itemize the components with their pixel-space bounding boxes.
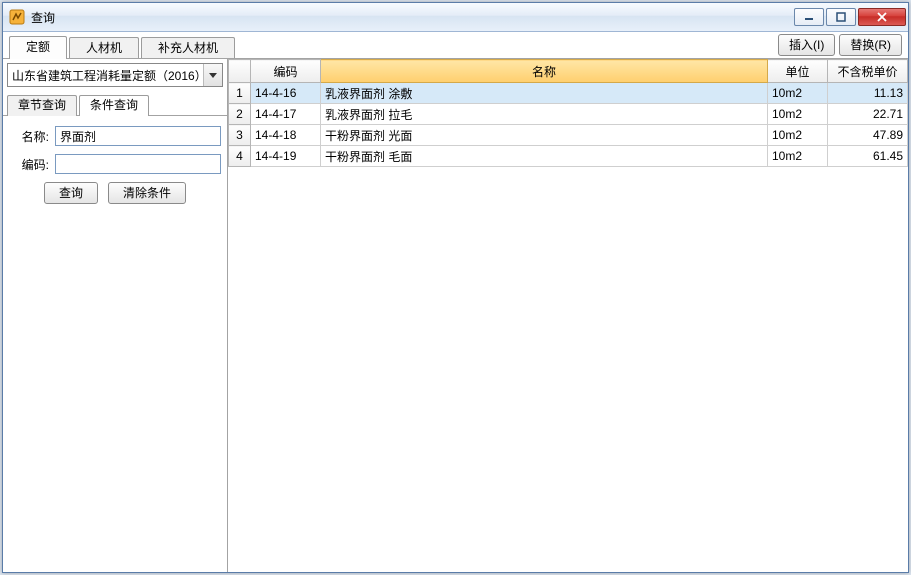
col-rownum[interactable] <box>229 60 251 83</box>
maximize-button[interactable] <box>826 8 856 26</box>
cell-rownum[interactable]: 4 <box>229 146 251 167</box>
cell-rownum[interactable]: 3 <box>229 125 251 146</box>
main-tab-1[interactable]: 人材机 <box>69 37 139 58</box>
app-icon <box>9 9 25 25</box>
toolbar-right-buttons: 插入(I) 替换(R) <box>778 34 902 58</box>
sub-tab-1[interactable]: 条件查询 <box>79 95 149 116</box>
insert-button[interactable]: 插入(I) <box>778 34 835 56</box>
clear-button[interactable]: 清除条件 <box>108 182 186 204</box>
cell-unit[interactable]: 10m2 <box>768 104 828 125</box>
main-toolbar: 定额人材机补充人材机 插入(I) 替换(R) <box>3 32 908 59</box>
col-name[interactable]: 名称 <box>321 60 768 83</box>
cell-name[interactable]: 乳液界面剂 涂敷 <box>321 83 768 104</box>
col-code[interactable]: 编码 <box>251 60 321 83</box>
results-grid-area: 编码 名称 单位 不含税单价 114-4-16乳液界面剂 涂敷10m211.13… <box>228 59 908 572</box>
name-label: 名称: <box>9 128 49 145</box>
close-button[interactable] <box>858 8 906 26</box>
cell-price[interactable]: 61.45 <box>828 146 908 167</box>
main-tabs: 定额人材机补充人材机 <box>9 35 237 58</box>
table-row[interactable]: 114-4-16乳液界面剂 涂敷10m211.13 <box>229 83 908 104</box>
code-input[interactable] <box>55 154 221 174</box>
query-button[interactable]: 查询 <box>44 182 98 204</box>
table-row[interactable]: 414-4-19干粉界面剂 毛面10m261.45 <box>229 146 908 167</box>
grid-header-row: 编码 名称 单位 不含税单价 <box>229 60 908 83</box>
code-label: 编码: <box>9 156 49 173</box>
form-row-code: 编码: <box>9 154 221 174</box>
table-row[interactable]: 214-4-17乳液界面剂 拉毛10m222.71 <box>229 104 908 125</box>
app-window: 查询 定额人材机补充人材机 插入(I) 替换(R) 山东省建筑工程消耗量定额（2… <box>2 2 909 573</box>
cell-name[interactable]: 干粉界面剂 光面 <box>321 125 768 146</box>
results-grid[interactable]: 编码 名称 单位 不含税单价 114-4-16乳液界面剂 涂敷10m211.13… <box>228 59 908 167</box>
table-row[interactable]: 314-4-18干粉界面剂 光面10m247.89 <box>229 125 908 146</box>
cell-rownum[interactable]: 1 <box>229 83 251 104</box>
quota-dropdown[interactable]: 山东省建筑工程消耗量定额（2016） <box>7 63 223 87</box>
col-unit[interactable]: 单位 <box>768 60 828 83</box>
cell-unit[interactable]: 10m2 <box>768 125 828 146</box>
minimize-button[interactable] <box>794 8 824 26</box>
form-row-name: 名称: <box>9 126 221 146</box>
quota-dropdown-label: 山东省建筑工程消耗量定额（2016） <box>12 67 203 84</box>
cell-name[interactable]: 干粉界面剂 毛面 <box>321 146 768 167</box>
cell-unit[interactable]: 10m2 <box>768 83 828 104</box>
sub-tab-0[interactable]: 章节查询 <box>7 95 77 116</box>
window-buttons <box>792 8 906 26</box>
cell-name[interactable]: 乳液界面剂 拉毛 <box>321 104 768 125</box>
name-input[interactable] <box>55 126 221 146</box>
sub-tabs: 章节查询条件查询 <box>3 91 227 116</box>
cell-code[interactable]: 14-4-18 <box>251 125 321 146</box>
titlebar: 查询 <box>3 3 908 32</box>
cell-price[interactable]: 11.13 <box>828 83 908 104</box>
form-button-row: 查询 清除条件 <box>9 182 221 204</box>
body: 山东省建筑工程消耗量定额（2016） 章节查询条件查询 名称: 编码: 查询 清… <box>3 59 908 572</box>
cell-rownum[interactable]: 2 <box>229 104 251 125</box>
left-panel: 山东省建筑工程消耗量定额（2016） 章节查询条件查询 名称: 编码: 查询 清… <box>3 59 228 572</box>
cell-price[interactable]: 22.71 <box>828 104 908 125</box>
window-title: 查询 <box>31 9 792 26</box>
replace-button[interactable]: 替换(R) <box>839 34 902 56</box>
cell-code[interactable]: 14-4-16 <box>251 83 321 104</box>
cell-unit[interactable]: 10m2 <box>768 146 828 167</box>
cell-code[interactable]: 14-4-17 <box>251 104 321 125</box>
cell-price[interactable]: 47.89 <box>828 125 908 146</box>
main-tab-2[interactable]: 补充人材机 <box>141 37 235 58</box>
chevron-down-icon <box>203 64 222 86</box>
query-form: 名称: 编码: 查询 清除条件 <box>3 116 227 214</box>
col-price[interactable]: 不含税单价 <box>828 60 908 83</box>
cell-code[interactable]: 14-4-19 <box>251 146 321 167</box>
main-tab-0[interactable]: 定额 <box>9 36 67 59</box>
